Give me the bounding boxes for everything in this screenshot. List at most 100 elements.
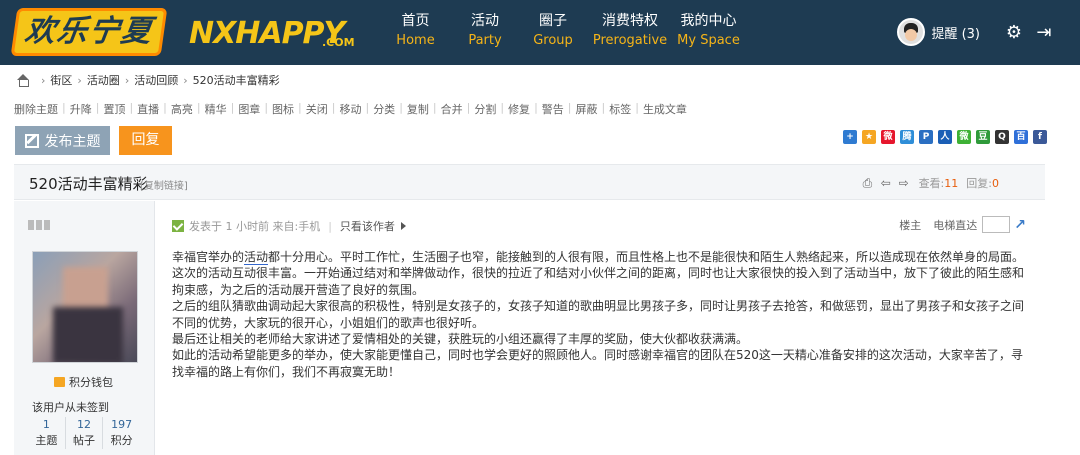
thread-title: 520活动丰富精彩 (29, 175, 148, 193)
floor-jump-input[interactable] (982, 216, 1011, 233)
qzone-share-icon[interactable]: ★ (862, 130, 876, 144)
user-area: 提醒 (3) ⚙ ⇥ (897, 18, 1054, 46)
admin-tool-item[interactable]: 分类 (373, 101, 395, 117)
admin-tool-item[interactable]: 生成文章 (643, 101, 687, 117)
admin-tool-item[interactable]: 高亮 (171, 101, 193, 117)
admin-tool-item[interactable]: 升降 (70, 101, 92, 117)
admin-tool-item[interactable]: 精华 (205, 101, 227, 117)
admin-tool-item[interactable]: 警告 (542, 101, 564, 117)
points-wallet-link[interactable]: 积分钱包 (54, 374, 113, 390)
admin-divider: | (635, 101, 639, 114)
main-nav: 首页 Home 活动 Party 圈子 Group 消费特权 Prerogati… (380, 0, 744, 52)
home-icon[interactable] (16, 74, 30, 87)
activity-link[interactable]: 活动 (244, 250, 269, 265)
plus-share-icon[interactable]: + (843, 130, 857, 144)
admin-tool-item[interactable]: 分割 (474, 101, 496, 117)
baidu-share-icon[interactable]: 百 (1014, 130, 1028, 144)
only-author-link[interactable]: 只看该作者 (340, 218, 395, 234)
avatar[interactable] (897, 18, 926, 46)
post-paragraph: 最后还让相关的老师给大家讲述了爱情相处的关键，获胜玩的小组还赢得了丰厚的奖励，使… (172, 332, 749, 347)
admin-tool-item[interactable]: 关闭 (306, 101, 328, 117)
breadcrumb-activity-circle[interactable]: 活动圈 (87, 72, 120, 88)
points-wallet-label: 积分钱包 (69, 376, 113, 389)
nav-item-prerogative[interactable]: 消费特权 Prerogative (587, 0, 673, 52)
logo-domain-suffix: .COM (322, 36, 355, 49)
signin-status: 该用户从未签到 (32, 401, 109, 414)
douban-share-icon[interactable]: 豆 (976, 130, 990, 144)
nav-label-cn: 首页 (401, 13, 430, 29)
online-icon (172, 220, 184, 232)
reply-button[interactable]: 回复 (119, 126, 172, 155)
admin-divider: | (129, 101, 134, 114)
admin-divider: | (331, 101, 336, 114)
copy-link[interactable]: [复制链接] (140, 177, 188, 192)
admin-toolbar: 删除主题 | 升降 | 置顶 | 直播 | 高亮 | 精华 | 图章 | 图标 | 关闭 | 移动 | 分类 | 复制 | 合并… (14, 101, 687, 117)
replies-label: 回复: (966, 177, 992, 190)
stat-threads[interactable]: 1 主题 (28, 417, 65, 449)
views-label: 查看: (918, 177, 945, 190)
admin-divider: | (432, 101, 437, 114)
admin-tool-item[interactable]: 标签 (609, 101, 631, 117)
poster-username[interactable] (28, 219, 68, 231)
post-meta: 发表于 1 小时前 来自:手机 | 只看该作者 (172, 218, 406, 234)
admin-tool-item[interactable]: 图章 (238, 101, 260, 117)
admin-tool-item[interactable]: 修复 (508, 101, 530, 117)
wechat-share-icon[interactable]: 微 (957, 130, 971, 144)
go-arrow-icon[interactable]: ↗ (1014, 217, 1026, 233)
nav-item-group[interactable]: 圈子 Group (519, 0, 587, 52)
prev-thread-icon[interactable]: ⇦ (881, 176, 895, 190)
admin-divider: | (163, 101, 167, 114)
remind-link[interactable]: 提醒 (3) (931, 23, 980, 42)
admin-tool-item[interactable]: 删除主题 (14, 101, 58, 117)
facebook-share-icon[interactable]: f (1033, 130, 1047, 144)
gear-icon[interactable]: ⚙ (1004, 22, 1024, 43)
admin-tool-item[interactable]: 屏蔽 (576, 101, 598, 117)
weibo-share-icon[interactable]: 微 (881, 130, 895, 144)
admin-divider: | (500, 101, 505, 114)
wallet-icon (54, 377, 65, 387)
admin-divider: | (399, 101, 403, 114)
breadcrumb-current[interactable]: 520活动丰富精彩 (193, 72, 280, 88)
breadcrumb-activity-review[interactable]: 活动回顾 (134, 72, 178, 88)
breadcrumb: › 街区 › 活动圈 › 活动回顾 › 520活动丰富精彩 (16, 72, 280, 88)
share-toolbar: + ★ 微腾 P 人微豆 Q 百 f (843, 130, 1052, 144)
logo-en-text: NXHAPPY (189, 16, 345, 51)
admin-tool-item[interactable]: 复制 (407, 101, 429, 117)
next-thread-icon[interactable]: ⇨ (899, 176, 913, 190)
admin-tool-item[interactable]: 图标 (272, 101, 294, 117)
breadcrumb-street[interactable]: 街区 (50, 72, 72, 88)
nav-item-my-space[interactable]: 我的中心 My Space (673, 0, 744, 52)
pengyou-share-icon[interactable]: P (919, 130, 933, 144)
post-paragraph: 这次的活动互动很丰富。一开始通过结对和举牌做动作，很快的拉近了和结对小伙伴之间的… (172, 266, 1025, 297)
renren-share-icon[interactable]: 人 (938, 130, 952, 144)
site-logo[interactable]: 欢乐宁夏 NXHAPPY .COM (10, 8, 355, 58)
stat-posts[interactable]: 12 帖子 (64, 417, 103, 449)
stat-points[interactable]: 197 积分 (102, 417, 140, 449)
nav-label-cn: 活动 (471, 13, 499, 29)
breadcrumb-separator: › (183, 73, 188, 87)
poster-avatar[interactable] (32, 251, 138, 363)
nav-label-cn: 我的中心 (680, 13, 737, 29)
admin-tool-item[interactable]: 移动 (339, 101, 361, 117)
qq-share-icon[interactable]: Q (995, 130, 1009, 144)
breadcrumb-separator: › (77, 73, 82, 87)
tencent-weibo-share-icon[interactable]: 腾 (900, 130, 914, 144)
nav-item-party[interactable]: 活动 Party (451, 0, 519, 52)
poster-stats: 1 主题 12 帖子 197 积分 (28, 417, 140, 449)
logout-icon[interactable]: ⇥ (1034, 22, 1054, 43)
nav-label-en: Group (533, 33, 573, 48)
print-icon[interactable]: ⎙ (863, 176, 877, 191)
admin-divider: | (601, 101, 606, 114)
admin-divider: | (95, 101, 100, 114)
admin-tool-item[interactable]: 置顶 (103, 101, 125, 117)
stat-value: 12 (77, 418, 91, 431)
stat-value: 197 (111, 418, 133, 431)
admin-tool-item[interactable]: 合并 (441, 101, 463, 117)
top-navbar: 欢乐宁夏 NXHAPPY .COM 首页 Home 活动 Party 圈子 Gr… (0, 0, 1080, 65)
nav-item-home[interactable]: 首页 Home (380, 0, 451, 52)
breadcrumb-separator: › (124, 73, 130, 87)
admin-tool-item[interactable]: 直播 (137, 101, 159, 117)
breadcrumb-separator: › (41, 73, 46, 87)
meta-divider: | (328, 219, 332, 233)
new-thread-button[interactable]: 发布主题 (15, 126, 110, 155)
